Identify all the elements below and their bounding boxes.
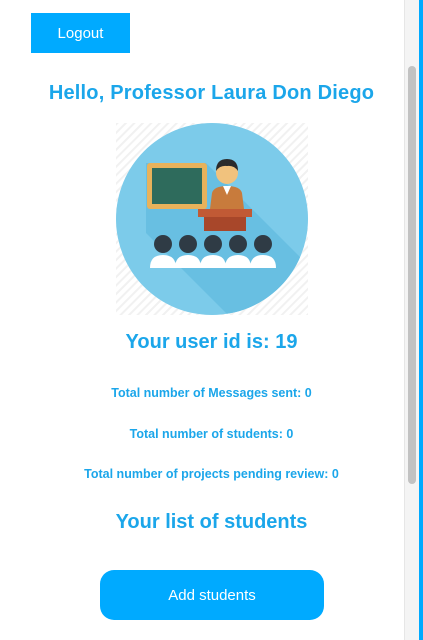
stat-messages-sent: Total number of Messages sent: 0 xyxy=(111,386,312,400)
students-list-heading: Your list of students xyxy=(115,511,308,533)
dashboard-content: Logout Hello, Professor Laura Don Diego xyxy=(0,0,404,640)
add-students-button[interactable]: Add students xyxy=(100,570,324,620)
page: Logout Hello, Professor Laura Don Diego xyxy=(0,0,423,640)
stat-projects-pending: Total number of projects pending review:… xyxy=(84,467,339,481)
teacher-classroom-icon xyxy=(116,123,308,315)
logout-button[interactable]: Logout xyxy=(31,13,130,53)
avatar xyxy=(116,123,308,315)
scrollbar-thumb[interactable] xyxy=(408,66,416,484)
window-edge-accent xyxy=(419,0,423,640)
user-id-heading: Your user id is: 19 xyxy=(125,331,298,353)
stat-students-count: Total number of students: 0 xyxy=(129,427,294,441)
greeting-heading: Hello, Professor Laura Don Diego xyxy=(48,82,375,104)
